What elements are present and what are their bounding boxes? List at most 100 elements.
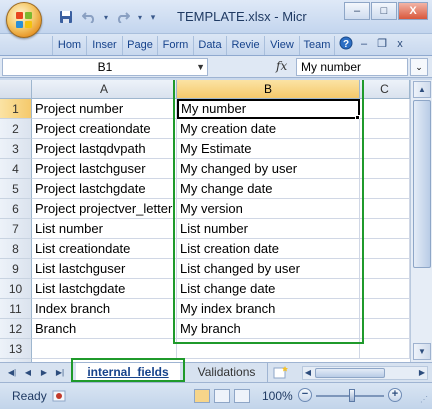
next-sheet-icon[interactable]: ▶: [38, 366, 50, 380]
cell-a[interactable]: Project creationdate: [32, 119, 177, 139]
macro-record-icon[interactable]: [52, 389, 66, 403]
cell-c[interactable]: [360, 139, 410, 159]
zoom-out-button[interactable]: −: [298, 388, 312, 402]
row-header[interactable]: 13: [0, 339, 32, 359]
customize-toolbar-icon[interactable]: ▾: [147, 8, 159, 26]
maximize-button[interactable]: □: [371, 2, 397, 20]
tab-view[interactable]: View: [264, 36, 299, 55]
ribbon-restore-icon[interactable]: ❐: [374, 36, 390, 53]
row-header[interactable]: 8: [0, 239, 32, 259]
insert-function-icon[interactable]: fx: [276, 59, 287, 73]
cell-b[interactable]: My version: [177, 199, 360, 219]
cell-a[interactable]: Project projectver_letter: [32, 199, 177, 219]
cell-a[interactable]: Project number: [32, 99, 177, 119]
page-break-view-icon[interactable]: [234, 389, 250, 403]
undo-icon[interactable]: [79, 8, 99, 26]
cell-c[interactable]: [360, 239, 410, 259]
row-header[interactable]: 9: [0, 259, 32, 279]
cell-c[interactable]: [360, 99, 410, 119]
zoom-slider-thumb[interactable]: [349, 389, 355, 402]
select-all-corner[interactable]: [0, 80, 32, 99]
undo-dropdown-icon[interactable]: ▾: [102, 8, 110, 26]
row-header[interactable]: 2: [0, 119, 32, 139]
horizontal-scrollbar[interactable]: ◀ ▶: [302, 366, 428, 380]
name-box[interactable]: B1 ▼: [2, 58, 208, 76]
tab-review[interactable]: Revie: [226, 36, 264, 55]
redo-icon[interactable]: [113, 8, 133, 26]
minimize-button[interactable]: –: [344, 2, 370, 20]
save-icon[interactable]: [56, 8, 76, 26]
cell-a[interactable]: List lastchgdate: [32, 279, 177, 299]
help-icon[interactable]: ?: [338, 36, 354, 53]
cell-a[interactable]: [32, 339, 177, 359]
redo-dropdown-icon[interactable]: ▾: [136, 8, 144, 26]
expand-formula-bar-icon[interactable]: ⌄: [410, 58, 428, 76]
cell-b[interactable]: List changed by user: [177, 259, 360, 279]
scroll-up-icon[interactable]: ▲: [413, 81, 431, 98]
cell-b[interactable]: List number: [177, 219, 360, 239]
office-button[interactable]: [6, 2, 42, 38]
cell-a[interactable]: List creationdate: [32, 239, 177, 259]
tab-insert[interactable]: Inser: [86, 36, 122, 55]
row-header[interactable]: 12: [0, 319, 32, 339]
tab-data[interactable]: Data: [193, 36, 226, 55]
cell-a[interactable]: Project lastchgdate: [32, 179, 177, 199]
tab-team[interactable]: Team: [299, 36, 335, 55]
zoom-in-button[interactable]: +: [388, 388, 402, 402]
horizontal-scroll-thumb[interactable]: [315, 368, 385, 378]
cell-b[interactable]: List change date: [177, 279, 360, 299]
page-layout-view-icon[interactable]: [214, 389, 230, 403]
cell-a[interactable]: Project lastqdvpath: [32, 139, 177, 159]
scroll-left-icon[interactable]: ◀: [303, 367, 313, 379]
cell-b[interactable]: My index branch: [177, 299, 360, 319]
first-sheet-icon[interactable]: ◀|: [6, 366, 18, 380]
cell-a[interactable]: Index branch: [32, 299, 177, 319]
sheet-tab-validations[interactable]: Validations: [186, 363, 268, 382]
ribbon-minimize-button[interactable]: –: [356, 36, 372, 53]
cell-c[interactable]: [360, 319, 410, 339]
insert-sheet-icon[interactable]: [272, 365, 290, 380]
row-header[interactable]: 10: [0, 279, 32, 299]
formula-input[interactable]: My number: [296, 58, 408, 76]
row-header[interactable]: 3: [0, 139, 32, 159]
cell-c[interactable]: [360, 219, 410, 239]
cell-b[interactable]: My changed by user: [177, 159, 360, 179]
vertical-scrollbar[interactable]: ▲ ▼: [410, 80, 432, 362]
resize-grip-icon[interactable]: ⋰: [420, 395, 430, 405]
tab-formulas[interactable]: Form: [157, 36, 193, 55]
prev-sheet-icon[interactable]: ◀: [22, 366, 34, 380]
column-header-c[interactable]: C: [360, 80, 410, 99]
scroll-right-icon[interactable]: ▶: [417, 367, 427, 379]
cell-b[interactable]: My change date: [177, 179, 360, 199]
cell-c[interactable]: [360, 199, 410, 219]
column-header-b[interactable]: B: [177, 80, 360, 99]
normal-view-icon[interactable]: [194, 389, 210, 403]
cell-b[interactable]: My creation date: [177, 119, 360, 139]
cell-a[interactable]: List lastchguser: [32, 259, 177, 279]
cell-c[interactable]: [360, 159, 410, 179]
close-button[interactable]: X: [398, 2, 428, 20]
row-header[interactable]: 4: [0, 159, 32, 179]
cell-b[interactable]: [177, 339, 360, 359]
cell-c[interactable]: [360, 339, 410, 359]
row-header[interactable]: 1: [0, 99, 32, 119]
active-cell[interactable]: My number: [177, 99, 360, 119]
chevron-down-icon[interactable]: ▼: [196, 59, 205, 75]
last-sheet-icon[interactable]: ▶|: [54, 366, 66, 380]
vertical-scroll-thumb[interactable]: [413, 100, 431, 268]
tab-home[interactable]: Hom: [52, 36, 86, 55]
ribbon-close-button[interactable]: x: [392, 36, 408, 53]
cell-c[interactable]: [360, 299, 410, 319]
sheet-tab-internal-fields[interactable]: internal_fields: [76, 363, 180, 382]
column-header-a[interactable]: A: [32, 80, 177, 99]
cell-c[interactable]: [360, 119, 410, 139]
scroll-down-icon[interactable]: ▼: [413, 343, 431, 360]
cell-c[interactable]: [360, 279, 410, 299]
cell-a[interactable]: List number: [32, 219, 177, 239]
row-header[interactable]: 11: [0, 299, 32, 319]
cell-b[interactable]: My branch: [177, 319, 360, 339]
row-header[interactable]: 7: [0, 219, 32, 239]
tab-page-layout[interactable]: Page: [122, 36, 157, 55]
cell-c[interactable]: [360, 179, 410, 199]
zoom-level[interactable]: 100%: [262, 389, 293, 403]
